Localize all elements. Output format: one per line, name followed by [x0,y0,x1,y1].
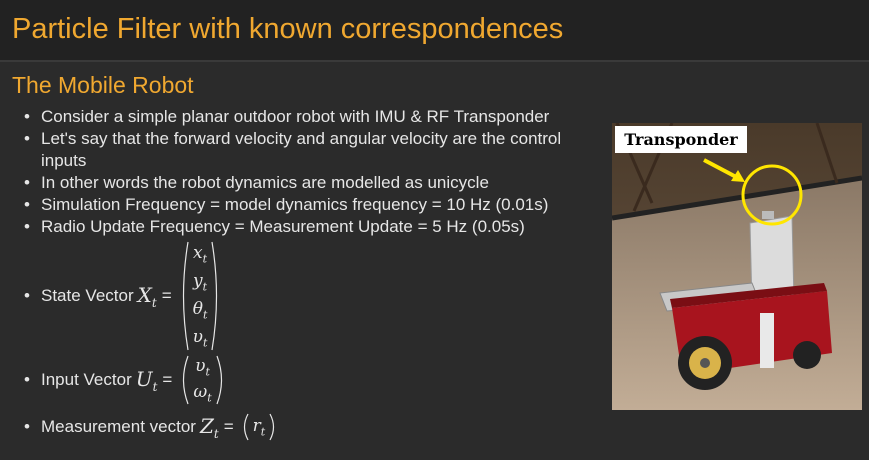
robot-illustration: Transponder [612,123,862,410]
equals-sign: = [223,417,234,436]
bullet-dot: • [24,417,30,436]
title-bar: Particle Filter with known correspondenc… [0,0,869,62]
left-paren [243,413,249,441]
measurement-vector-row: • Measurement vector Zt = rt [22,412,278,442]
input-vector-row: • Input Vector Ut = υt ωt [22,354,227,406]
measurement-vector-label: Measurement vector [41,417,196,436]
bullet-item: Simulation Frequency = model dynamics fr… [22,194,597,216]
state-vector-row: • State Vector Xt = xt yt θt υt [22,240,222,352]
right-paren [269,413,275,441]
measurement-entry-r: rt [252,415,266,439]
input-entry-omega: ωt [193,381,212,405]
state-vector-symbol: Xt [137,282,157,310]
bullet-item: Radio Update Frequency = Measurement Upd… [22,216,597,238]
section-heading: The Mobile Robot [12,72,194,98]
state-entry-y: yt [193,270,208,294]
robot-photo: Transponder [612,123,862,410]
bullet-dot: • [24,286,30,305]
input-vector-label: Input Vector [41,370,132,389]
transponder-caption: Transponder [624,130,738,149]
equals-sign: = [162,370,173,389]
state-entry-theta: θt [192,298,208,322]
input-vector-matrix: υt ωt [178,354,226,406]
measurement-vector-matrix: rt [240,412,279,442]
bullet-item: Consider a simple planar outdoor robot w… [22,106,597,128]
right-paren [211,241,218,351]
state-entry-x: xt [193,242,208,266]
right-paren [216,355,222,405]
robot-wheel-right [793,341,821,369]
state-entry-v: υt [192,326,208,350]
bullet-list: Consider a simple planar outdoor robot w… [22,106,597,238]
equals-sign: = [161,286,172,305]
left-paren [183,355,189,405]
bullet-item: In other words the robot dynamics are mo… [22,172,597,194]
left-paren [182,241,189,351]
bullet-item: Let's say that the forward velocity and … [22,128,597,172]
slide-title: Particle Filter with known correspondenc… [12,13,564,45]
input-vector-symbol: Ut [135,366,158,394]
input-entry-v: υt [195,355,210,379]
robot-panel [760,313,774,368]
bullet-dot: • [24,370,30,389]
state-vector-matrix: xt yt θt υt [178,240,223,352]
state-vector-label: State Vector [41,286,134,305]
measurement-vector-symbol: Zt [199,413,219,441]
